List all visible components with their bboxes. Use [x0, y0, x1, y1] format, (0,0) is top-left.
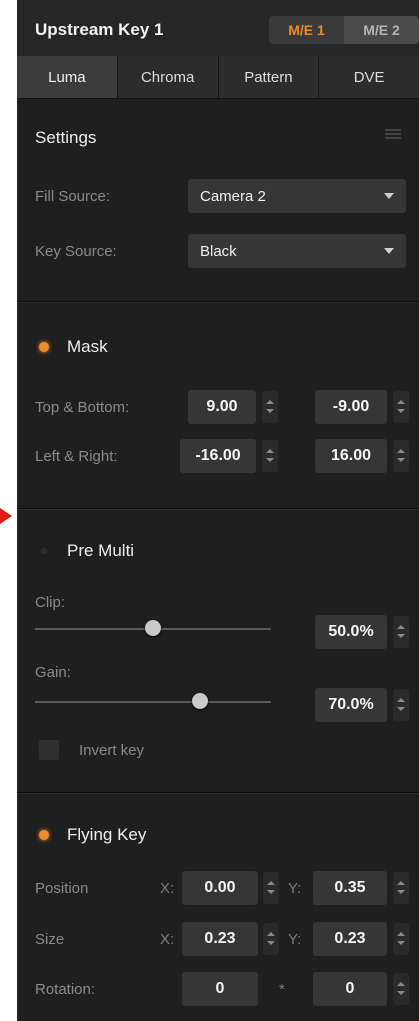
key-source-label: Key Source: [35, 243, 117, 260]
menu-icon[interactable] [385, 129, 401, 139]
left-right-label: Left & Right: [35, 448, 118, 465]
position-y-label: Y: [288, 880, 302, 897]
upstream-key-panel: Upstream Key 1 M/E 1 M/E 2 Luma Chroma P… [17, 0, 419, 1021]
left-right-value-a[interactable]: -16.00 [180, 439, 256, 473]
top-bottom-b-stepper[interactable] [393, 391, 409, 423]
rotation-value-b[interactable]: 0 [313, 972, 387, 1006]
divider [17, 793, 419, 794]
invert-key-label: Invert key [79, 742, 145, 759]
top-bottom-value-a[interactable]: 9.00 [188, 390, 256, 424]
premulti-enable-led[interactable] [39, 546, 49, 556]
position-y-stepper[interactable] [393, 872, 409, 904]
tab-dve[interactable]: DVE [319, 56, 419, 98]
tab-pattern[interactable]: Pattern [219, 56, 320, 98]
top-bottom-label: Top & Bottom: [35, 399, 130, 416]
gain-stepper[interactable] [393, 689, 409, 721]
size-y-value[interactable]: 0.23 [313, 922, 387, 956]
fill-source-value: Camera 2 [200, 187, 266, 205]
panel-title: Upstream Key 1 [35, 20, 164, 39]
tab-luma[interactable]: Luma [17, 56, 118, 98]
key-type-tabs: Luma Chroma Pattern DVE [17, 56, 419, 99]
rotation-value-a[interactable]: 0 [182, 972, 258, 1006]
chevron-down-icon [384, 193, 394, 199]
flying-key-enable-led[interactable] [39, 830, 49, 840]
invert-key-checkbox[interactable] [39, 740, 59, 760]
position-x-stepper[interactable] [263, 872, 279, 904]
me-selector: M/E 1 M/E 2 [269, 16, 419, 44]
pointer-arrow-icon [0, 508, 12, 524]
size-y-stepper[interactable] [393, 923, 409, 955]
left-right-a-stepper[interactable] [262, 440, 278, 472]
divider [17, 302, 419, 303]
rotation-label: Rotation: [35, 981, 96, 998]
size-x-label: X: [160, 931, 175, 948]
key-source-dropdown[interactable]: Black [188, 234, 406, 268]
clip-value[interactable]: 50.0% [315, 615, 387, 649]
top-bottom-value-b[interactable]: -9.00 [315, 390, 387, 424]
key-source-value: Black [200, 242, 237, 260]
clip-label: Clip: [35, 594, 66, 611]
gain-slider-track[interactable] [35, 701, 271, 703]
clip-slider-handle[interactable] [145, 620, 161, 636]
me1-button[interactable]: M/E 1 [269, 16, 344, 44]
clip-stepper[interactable] [393, 616, 409, 648]
rotation-stepper[interactable] [393, 973, 409, 1005]
gain-label: Gain: [35, 664, 71, 681]
chevron-down-icon [384, 248, 394, 254]
gain-slider-handle[interactable] [192, 693, 209, 709]
left-right-value-b[interactable]: 16.00 [315, 439, 387, 473]
fill-source-label: Fill Source: [35, 188, 111, 205]
size-y-label: Y: [288, 931, 302, 948]
mask-enable-led[interactable] [39, 342, 49, 352]
position-y-value[interactable]: 0.35 [313, 871, 387, 905]
gain-value[interactable]: 70.0% [315, 688, 387, 722]
rotation-separator: * [279, 981, 285, 998]
position-label: Position [35, 880, 89, 897]
size-x-stepper[interactable] [263, 923, 279, 955]
tab-chroma[interactable]: Chroma [118, 56, 219, 98]
size-label: Size [35, 931, 65, 948]
position-x-label: X: [160, 880, 175, 897]
premulti-title: Pre Multi [67, 541, 135, 560]
position-x-value[interactable]: 0.00 [182, 871, 258, 905]
divider [17, 509, 419, 510]
flying-key-title: Flying Key [67, 825, 147, 844]
left-right-b-stepper[interactable] [393, 440, 409, 472]
fill-source-dropdown[interactable]: Camera 2 [188, 179, 406, 213]
top-bottom-a-stepper[interactable] [262, 391, 278, 423]
settings-title: Settings [35, 128, 97, 147]
size-x-value[interactable]: 0.23 [182, 922, 258, 956]
mask-title: Mask [67, 337, 108, 356]
panel-header: Upstream Key 1 M/E 1 M/E 2 [17, 0, 419, 56]
me2-button[interactable]: M/E 2 [344, 16, 419, 44]
